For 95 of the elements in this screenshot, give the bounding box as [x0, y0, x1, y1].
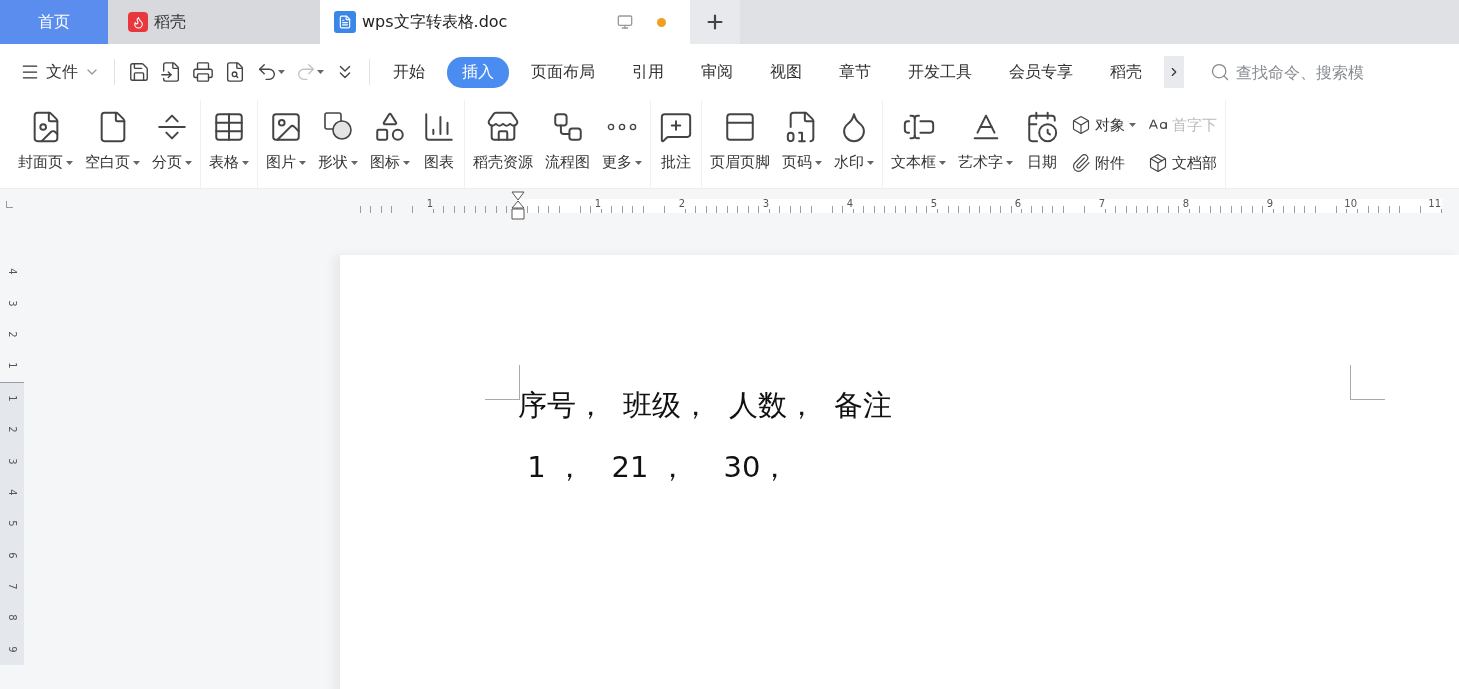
ribbon-button[interactable]: 页眉页脚 [704, 104, 776, 184]
monitor-icon[interactable] [617, 14, 633, 30]
ribbon-tab[interactable]: 稻壳 [1095, 56, 1157, 88]
ribbon-button[interactable]: 水印 [828, 104, 880, 184]
ribbon-tab[interactable]: 会员专享 [994, 56, 1088, 88]
ribbon-button[interactable]: 图表 [416, 104, 462, 184]
header-footer-icon [723, 110, 757, 144]
ribbon-button[interactable]: 表格 [203, 104, 255, 184]
store-icon [486, 110, 520, 144]
ruler-number: 3 [6, 457, 18, 465]
table-icon [212, 110, 246, 144]
ruler-number: 2 [677, 199, 686, 209]
tab-title: 首页 [38, 11, 70, 33]
ribbon-tab[interactable]: 审阅 [686, 56, 748, 88]
ruler-number: 1 [425, 199, 434, 209]
ruler-number: 7 [1097, 199, 1106, 209]
ribbon-tab[interactable]: 开始 [378, 56, 440, 88]
ruler-number: 4 [6, 489, 18, 496]
picture-icon [269, 110, 303, 144]
ruler-number: 6 [6, 552, 18, 559]
document-text-line: 序号， 班级， 人数， 备注 [518, 387, 894, 424]
comment-plus-icon [659, 110, 693, 144]
ruler-number: 2 [6, 426, 18, 433]
ruler-number: 5 [6, 520, 18, 527]
print-icon [192, 61, 214, 83]
indent-marker-icon[interactable] [511, 191, 525, 221]
ruler-number: 2 [6, 331, 18, 338]
ribbon-button[interactable]: 形状 [312, 104, 364, 184]
ribbon-button[interactable]: 文本框 [885, 104, 952, 184]
margin-corner-mark [1350, 365, 1385, 400]
save-icon [128, 61, 150, 83]
ribbon-button[interactable]: 图标 [364, 104, 416, 184]
caret-icon [278, 70, 285, 74]
ribbon-button[interactable]: 文档部 [1144, 151, 1221, 175]
ribbon-button[interactable]: 流程图 [539, 104, 596, 184]
document-arrow-icon [160, 61, 182, 83]
margin-corner-mark [485, 365, 520, 400]
ribbon-button[interactable]: 页码 [776, 104, 828, 184]
ruler-number: 1 [6, 362, 18, 370]
tab-title: 稻壳 [154, 11, 186, 33]
document-tab[interactable]: wps文字转表格.doc [320, 0, 690, 44]
ribbon-button[interactable]: 附件 [1067, 151, 1140, 175]
file-menu[interactable]: 文件 [20, 57, 106, 87]
ribbon-button[interactable]: 批注 [653, 104, 699, 184]
square-circle-icon [322, 110, 354, 142]
ribbon-button[interactable]: 稻壳资源 [467, 104, 539, 184]
ruler-number: 3 [761, 199, 770, 209]
ruler-number: 9 [6, 646, 18, 653]
undo-icon [256, 61, 278, 83]
search-field[interactable]: 查找命令、搜索模 [1234, 61, 1398, 83]
ribbon-button[interactable]: 对象 [1067, 113, 1140, 137]
ribbon-button[interactable]: 封面页 [12, 104, 79, 184]
ruler-number: 4 [845, 199, 854, 209]
bar-chart-icon [422, 110, 456, 144]
more-icon [607, 123, 637, 131]
ruler-number: 1 [593, 199, 602, 209]
ribbon-tab[interactable]: 视图 [755, 56, 817, 88]
package-icon [1148, 153, 1168, 173]
search-icon [1210, 62, 1230, 82]
ruler-number: 1 [6, 395, 18, 402]
ribbon-tab[interactable]: 开发工具 [893, 56, 987, 88]
calendar-clock-icon [1025, 110, 1059, 144]
ribbon-tab[interactable]: 引用 [617, 56, 679, 88]
ruler-number: 3 [6, 299, 18, 307]
ribbon-tab[interactable]: 页面布局 [516, 56, 610, 88]
document-tab[interactable]: 稻壳 [108, 0, 320, 44]
chevron-right-icon[interactable] [1164, 56, 1184, 88]
redo-icon [295, 61, 317, 83]
ribbon-button[interactable]: 日期 [1019, 104, 1065, 184]
ribbon-button[interactable]: 图片 [260, 104, 312, 184]
caret-icon [317, 70, 324, 74]
tab-title: wps文字转表格.doc [362, 11, 508, 33]
ribbon-button[interactable]: 更多 [596, 104, 648, 184]
ruler-number: 7 [6, 583, 18, 590]
ribbon-button[interactable]: 分页 [146, 104, 198, 184]
ruler-number: 8 [6, 614, 18, 622]
ruler-number: 9 [1265, 199, 1274, 209]
shapes-icon [373, 110, 407, 144]
ruler-number: 5 [929, 199, 938, 209]
tab-stop-icon[interactable] [6, 201, 13, 208]
ruler-number: 10 [1343, 199, 1358, 209]
paperclip-icon [1071, 153, 1091, 173]
ruler-number: 8 [1181, 199, 1190, 209]
document-search-icon [224, 61, 246, 83]
ruler-number: 4 [6, 268, 18, 275]
document-text-line: 1 ， 21 ， 30， [526, 449, 791, 486]
ribbon-button[interactable]: 空白页 [79, 104, 146, 184]
ribbon-tab[interactable]: 章节 [824, 56, 886, 88]
cube-icon [1071, 115, 1091, 135]
ruler-number: 11 [1427, 199, 1442, 209]
ruler-number: 6 [1013, 199, 1022, 209]
document-logo-icon [334, 11, 356, 33]
flame-logo-icon [128, 12, 148, 32]
new-tab-button[interactable] [690, 0, 740, 44]
ribbon-button[interactable]: 艺术字 [952, 104, 1019, 184]
